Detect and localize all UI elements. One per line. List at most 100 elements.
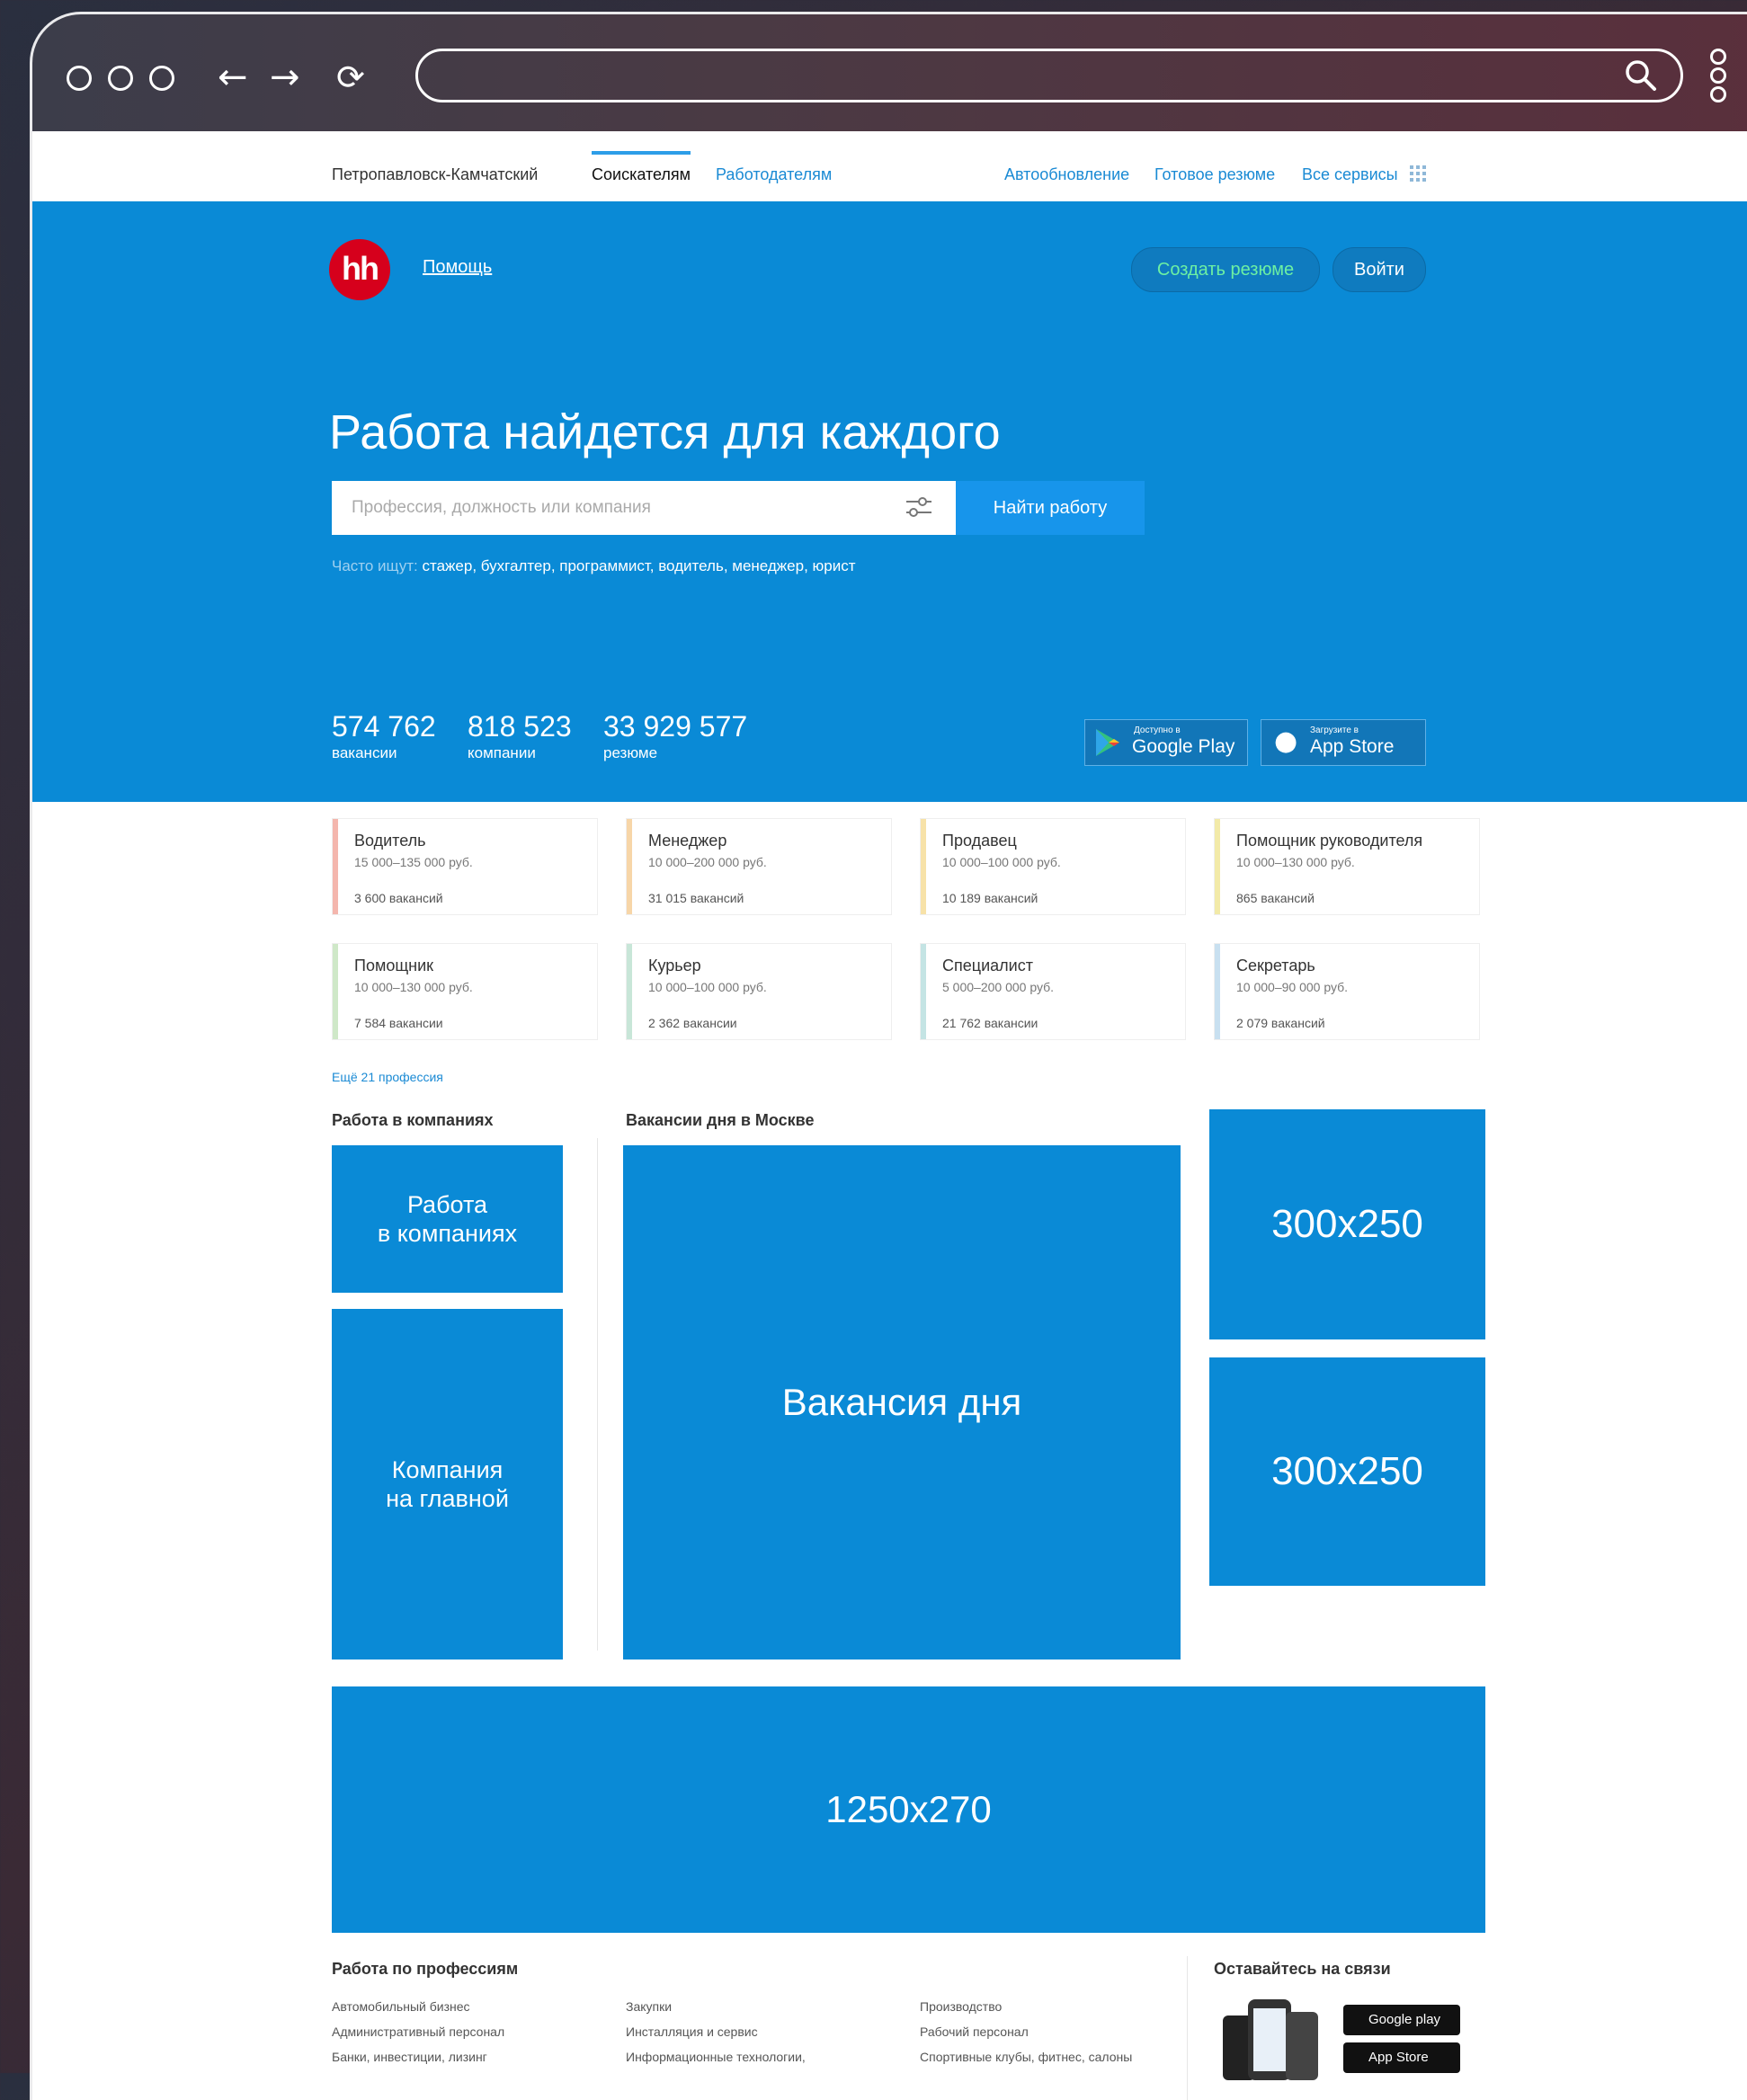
profession-title[interactable]: Помощник	[354, 957, 433, 975]
login-button[interactable]: Войти	[1333, 247, 1426, 292]
profession-count[interactable]: 21 762 вакансии	[942, 1016, 1038, 1030]
profession-category-link[interactable]: Закупки	[626, 1999, 672, 2014]
stat-vacancies-count: 574 762	[332, 710, 436, 743]
profession-card[interactable]: Помощник руководителя 10 000–130 000 руб…	[1214, 818, 1480, 915]
profession-card[interactable]: Курьер 10 000–100 000 руб. 2 362 ваканси…	[626, 943, 892, 1040]
profession-card[interactable]: Помощник 10 000–130 000 руб. 7 584 вакан…	[332, 943, 598, 1040]
address-bar[interactable]	[415, 49, 1683, 102]
vacancy-of-day-block[interactable]: Вакансия дня	[623, 1145, 1181, 1660]
profession-count[interactable]: 10 189 вакансий	[942, 891, 1038, 905]
city-selector[interactable]: Петропавловск-Камчатский	[332, 165, 538, 184]
stat-resumes-count: 33 929 577	[603, 710, 748, 743]
card-color-stripe	[921, 944, 926, 1039]
window-close-icon[interactable]	[67, 66, 92, 91]
profession-count[interactable]: 3 600 вакансий	[354, 891, 443, 905]
profession-title[interactable]: Секретарь	[1236, 957, 1315, 975]
help-link[interactable]: Помощь	[423, 257, 492, 278]
tab-seekers[interactable]: Соискателям	[592, 165, 691, 184]
profession-count[interactable]: 865 вакансий	[1236, 891, 1315, 905]
mini-google-play-badge[interactable]: Google play	[1343, 2005, 1460, 2035]
profession-title[interactable]: Менеджер	[648, 832, 726, 850]
profession-category-link[interactable]: Рабочий персонал	[920, 2024, 1029, 2039]
profession-title[interactable]: Курьер	[648, 957, 701, 975]
kebab-menu-dot[interactable]	[1710, 67, 1726, 84]
forward-arrow-icon[interactable]: →	[270, 59, 300, 95]
profession-title[interactable]: Продавец	[942, 832, 1017, 850]
profession-title[interactable]: Специалист	[942, 957, 1033, 975]
companies-block-line1: Работа	[406, 1191, 488, 1218]
google-play-icon	[1096, 729, 1119, 756]
card-color-stripe	[627, 819, 632, 914]
main-company-block[interactable]: Компания на главной	[332, 1309, 563, 1660]
vacancies-section-title[interactable]: Вакансии дня в Москве	[626, 1111, 815, 1130]
find-job-button[interactable]: Найти работу	[956, 481, 1145, 535]
grid-icon[interactable]	[1410, 165, 1428, 183]
banner-1250x270[interactable]: 1250x270	[332, 1686, 1485, 1933]
ready-resume-link[interactable]: Готовое резюме	[1154, 165, 1275, 184]
profession-card[interactable]: Менеджер 10 000–200 000 руб. 31 015 вака…	[626, 818, 892, 915]
google-play-text: Google Play	[1132, 736, 1235, 757]
mini-app-store-badge[interactable]: App Store	[1343, 2042, 1460, 2073]
card-color-stripe	[627, 944, 632, 1039]
tab-employers[interactable]: Работодателям	[716, 165, 832, 184]
card-color-stripe	[333, 819, 338, 914]
profession-card[interactable]: Секретарь 10 000–90 000 руб. 2 079 вакан…	[1214, 943, 1480, 1040]
profession-card[interactable]: Продавец 10 000–100 000 руб. 10 189 вака…	[920, 818, 1186, 915]
page-title: Работа найдется для каждого	[329, 405, 1001, 459]
autoupdate-link[interactable]: Автообновление	[1004, 165, 1129, 184]
create-resume-button[interactable]: Создать резюме	[1131, 247, 1320, 292]
app-store-text: App Store	[1310, 736, 1395, 757]
mini-google-play-text: Google play	[1368, 2012, 1441, 2027]
window-maximize-icon[interactable]	[149, 66, 174, 91]
profession-category-link[interactable]: Автомобильный бизнес	[332, 1999, 470, 2014]
reload-icon[interactable]: ⟳	[336, 60, 365, 94]
hh-logo[interactable]: hh	[329, 239, 390, 300]
companies-section-title: Работа в компаниях	[332, 1111, 494, 1129]
hero-section: hh Помощь Создать резюме Войти Работа на…	[32, 201, 1747, 802]
profession-salary: 15 000–135 000 руб.	[354, 855, 473, 869]
back-arrow-icon[interactable]: ←	[218, 59, 248, 95]
kebab-menu-dot[interactable]	[1710, 49, 1726, 65]
by-profession-title: Работа по профессиям	[332, 1960, 519, 1978]
phones-illustration	[1217, 1999, 1325, 2080]
filter-settings-icon[interactable]	[905, 494, 933, 520]
window-minimize-icon[interactable]	[108, 66, 133, 91]
main-company-line1: Компания	[391, 1456, 504, 1483]
mini-app-store-text: App Store	[1368, 2050, 1429, 2065]
app-store-badge[interactable]: ● Загрузите в App Store	[1261, 719, 1426, 766]
all-services-link[interactable]: Все сервисы	[1302, 165, 1398, 184]
profession-count[interactable]: 2 362 вакансии	[648, 1016, 737, 1030]
stat-companies-label: компании	[468, 744, 536, 761]
profession-count[interactable]: 31 015 вакансий	[648, 891, 744, 905]
apple-icon: ●	[1274, 725, 1298, 757]
active-tab-indicator	[592, 151, 691, 155]
profession-count[interactable]: 2 079 вакансий	[1236, 1016, 1325, 1030]
profession-card[interactable]: Водитель 15 000–135 000 руб. 3 600 вакан…	[332, 818, 598, 915]
card-color-stripe	[333, 944, 338, 1039]
profession-count[interactable]: 7 584 вакансии	[354, 1016, 443, 1030]
stay-connected-title: Оставайтесь на связи	[1214, 1960, 1391, 1978]
stat-resumes-label: резюме	[603, 744, 658, 761]
profession-title[interactable]: Водитель	[354, 832, 426, 850]
profession-category-link[interactable]: Спортивные клубы, фитнес, салоны	[920, 2050, 1132, 2064]
profession-category-link[interactable]: Банки, инвестиции, лизинг	[332, 2050, 487, 2064]
search-input[interactable]: Профессия, должность или компания	[332, 481, 956, 535]
column-divider	[597, 1138, 598, 1651]
companies-block[interactable]: Работа в компаниях	[332, 1145, 563, 1293]
ad-block-300x250[interactable]: 300x250	[1209, 1109, 1485, 1339]
profession-category-link[interactable]: Производство	[920, 1999, 1002, 2014]
profession-category-link[interactable]: Административный персонал	[332, 2024, 504, 2039]
google-play-badge[interactable]: Доступно в Google Play	[1084, 719, 1248, 766]
profession-salary: 10 000–130 000 руб.	[1236, 855, 1355, 869]
profession-salary: 10 000–130 000 руб.	[354, 980, 473, 994]
profession-card[interactable]: Специалист 5 000–200 000 руб. 21 762 вак…	[920, 943, 1186, 1040]
profession-category-link[interactable]: Инсталляция и сервис	[626, 2024, 758, 2039]
ad-block-300x250[interactable]: 300x250	[1209, 1357, 1485, 1586]
more-professions-link[interactable]: Ещё 21 профессия	[332, 1070, 443, 1084]
profession-title[interactable]: Помощник руководителя	[1236, 832, 1422, 850]
browser-toolbar: ← → ⟳	[32, 14, 1747, 131]
popular-searches-terms[interactable]: стажер, бухгалтер, программист, водитель…	[422, 557, 855, 574]
profession-category-link[interactable]: Информационные технологии,	[626, 2050, 806, 2064]
search-icon[interactable]	[1623, 58, 1659, 93]
kebab-menu-dot[interactable]	[1710, 86, 1726, 102]
